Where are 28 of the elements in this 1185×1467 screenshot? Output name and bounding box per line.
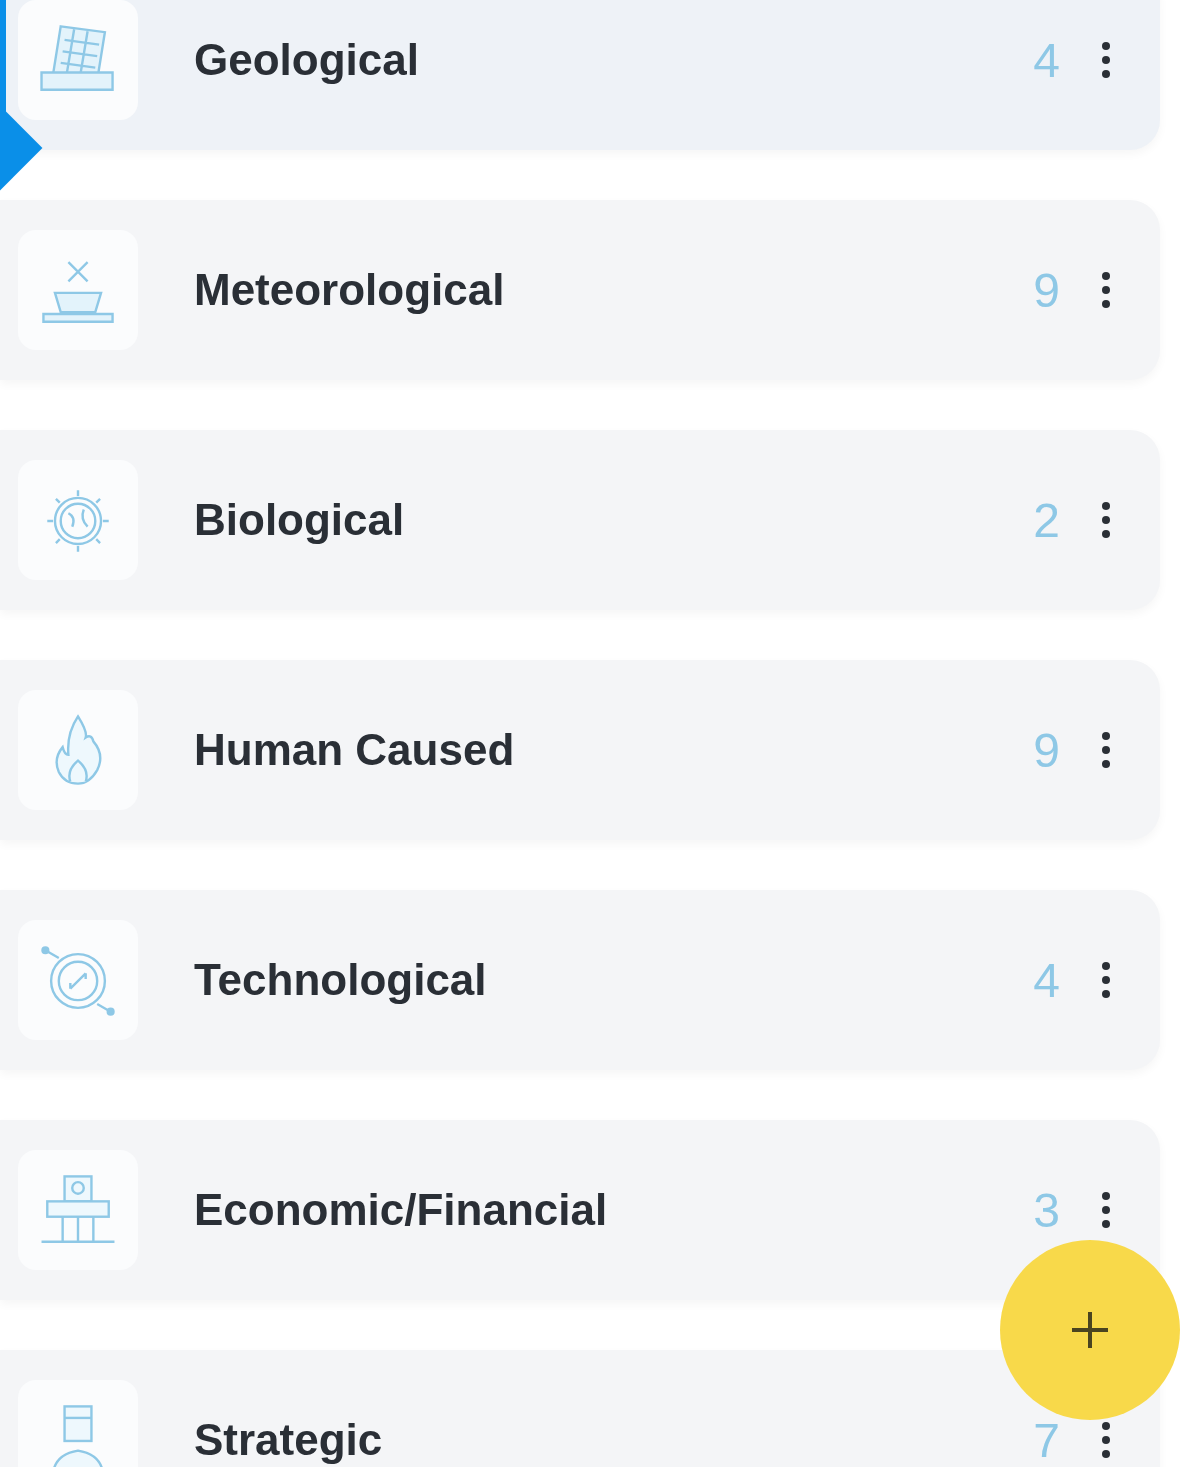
category-item[interactable]: Human Caused 9 <box>0 660 1160 840</box>
category-count: 7 <box>1033 1412 1060 1467</box>
more-icon[interactable] <box>1100 730 1112 770</box>
category-count: 3 <box>1033 1182 1060 1238</box>
category-count: 4 <box>1033 32 1060 88</box>
category-item[interactable]: Economic/Financial 3 <box>0 1120 1160 1300</box>
more-icon[interactable] <box>1100 270 1112 310</box>
category-label: Economic/Financial <box>194 1185 609 1235</box>
category-label: Human Caused <box>194 725 516 775</box>
category-label: Meteorological <box>194 265 506 315</box>
category-label: Strategic <box>194 1415 384 1465</box>
more-icon[interactable] <box>1100 1420 1112 1460</box>
more-icon[interactable] <box>1100 500 1112 540</box>
category-count: 9 <box>1033 722 1060 778</box>
category-item[interactable]: Biological 2 <box>0 430 1160 610</box>
category-item[interactable]: Meteorological 9 <box>0 200 1160 380</box>
category-count: 9 <box>1033 262 1060 318</box>
category-count: 4 <box>1033 952 1060 1008</box>
category-count: 2 <box>1033 492 1060 548</box>
more-icon[interactable] <box>1100 40 1112 80</box>
category-item[interactable]: Geological 4 <box>0 0 1160 150</box>
more-icon[interactable] <box>1100 960 1112 1000</box>
category-item[interactable]: Strategic 7 <box>0 1350 1160 1467</box>
category-label: Geological <box>194 35 420 85</box>
category-label: Biological <box>194 495 406 545</box>
category-label: Technological <box>194 955 488 1005</box>
more-icon[interactable] <box>1100 1190 1112 1230</box>
category-item[interactable]: Technological 4 <box>0 890 1160 1070</box>
